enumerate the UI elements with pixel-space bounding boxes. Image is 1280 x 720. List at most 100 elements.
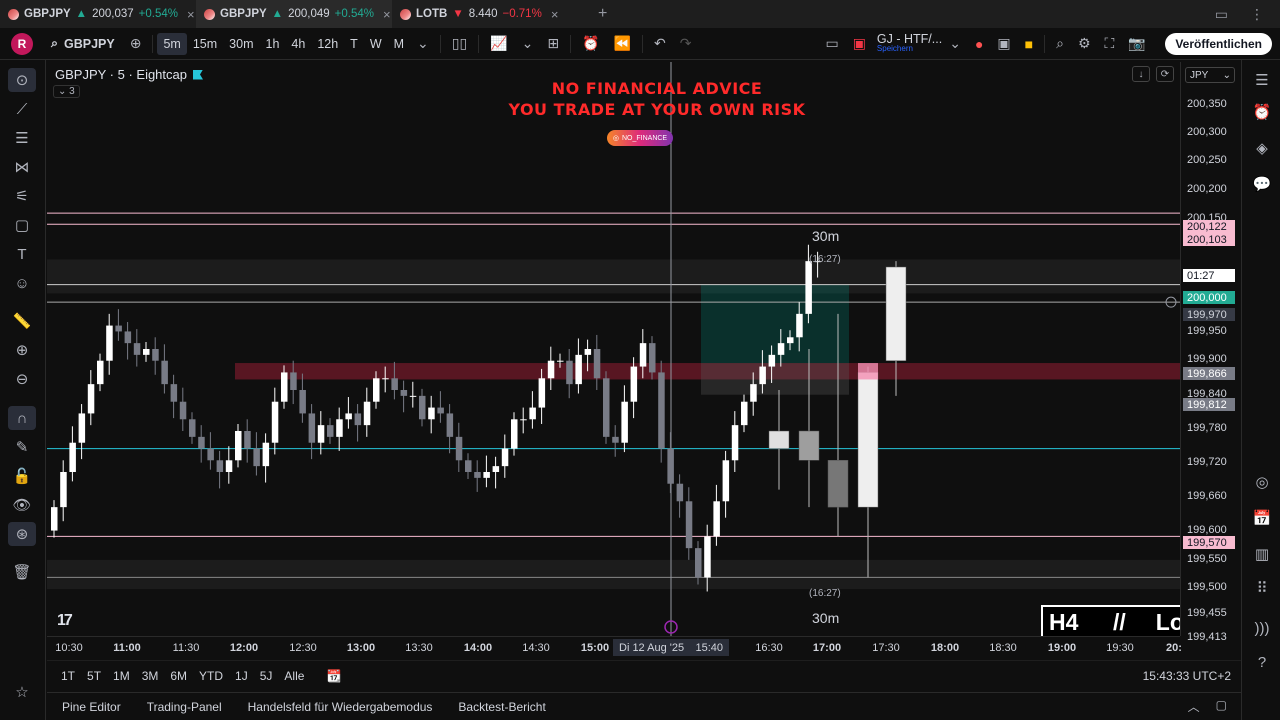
candle-body bbox=[639, 343, 647, 367]
interval-m[interactable]: M bbox=[388, 33, 410, 55]
redo-icon[interactable]: ↷ bbox=[673, 35, 699, 52]
currency-select[interactable]: JPY ⌄ bbox=[1185, 67, 1235, 83]
target-icon[interactable]: ◎ bbox=[1249, 470, 1275, 494]
lock-icon[interactable]: 🔓 bbox=[8, 464, 36, 488]
alert-icon[interactable]: ⏰ bbox=[575, 35, 606, 52]
close-icon[interactable]: × bbox=[551, 7, 559, 22]
screener-icon[interactable]: ▣ bbox=[990, 35, 1017, 52]
bottom-tab[interactable]: Pine Editor bbox=[49, 700, 134, 714]
interval-w[interactable]: W bbox=[364, 33, 388, 55]
interval-4h[interactable]: 4h bbox=[285, 33, 311, 55]
camera-icon[interactable]: 📷 bbox=[1121, 35, 1152, 52]
signal-icon[interactable]: ))) bbox=[1249, 616, 1275, 640]
chart-pane[interactable]: GBPJPY · 5 · Eightcap ⌄ 3 NO FINANCIAL A… bbox=[47, 62, 1180, 636]
avatar[interactable]: R bbox=[11, 32, 33, 55]
symbol-search[interactable]: ⌕ GBPJPY bbox=[51, 36, 115, 51]
trend-line-icon[interactable]: ⟋ bbox=[8, 97, 36, 121]
range-3m[interactable]: 3M bbox=[136, 669, 165, 683]
pattern-icon[interactable]: ⋈ bbox=[8, 155, 36, 179]
tradingview-logo-icon[interactable]: 17 bbox=[57, 612, 73, 630]
interval-15m[interactable]: 15m bbox=[187, 33, 223, 55]
browser-tab[interactable]: LOTB ▼ 8.440 −0.71% × bbox=[392, 0, 588, 28]
interval-12h[interactable]: 12h bbox=[311, 33, 344, 55]
browser-tab[interactable]: GBPJPY ▲ 200,049 +0.54% × bbox=[196, 0, 392, 28]
globe-icon[interactable]: ⊛ bbox=[8, 522, 36, 546]
indicators-icon[interactable]: 📈 bbox=[483, 35, 514, 52]
chevron-down-icon[interactable]: ⌄ bbox=[410, 35, 436, 52]
magnet-icon[interactable]: ∩ bbox=[8, 406, 36, 430]
chat-icon[interactable]: 💬 bbox=[1249, 172, 1275, 196]
chevron-up-icon[interactable]: ︿ bbox=[1188, 698, 1200, 715]
candle-body bbox=[299, 390, 306, 414]
layout-name[interactable]: GJ - HTF/... Speichern bbox=[877, 32, 942, 54]
cursor-icon[interactable]: ⊙ bbox=[8, 68, 36, 92]
ruler-icon[interactable]: 📏 bbox=[8, 309, 36, 333]
settings-icon[interactable]: ⚙ bbox=[1071, 35, 1098, 52]
indicators-toggle[interactable]: ⌄ 3 bbox=[53, 85, 80, 98]
fib-icon[interactable]: ☰ bbox=[8, 126, 36, 150]
bottom-tab[interactable]: Backtest-Bericht bbox=[445, 700, 558, 714]
range-1t[interactable]: 1T bbox=[55, 669, 81, 683]
chevron-down-icon[interactable]: ⌄ bbox=[515, 35, 541, 52]
undo-icon[interactable]: ↶ bbox=[647, 35, 673, 52]
fullscreen-icon[interactable]: ⛶ bbox=[1098, 35, 1122, 52]
candle-body bbox=[97, 360, 104, 385]
yellow-square-icon[interactable]: ■ bbox=[1018, 36, 1040, 52]
new-tab-button[interactable]: + bbox=[588, 5, 617, 23]
trash-icon[interactable]: 🗑 bbox=[8, 560, 36, 584]
time-axis[interactable]: Di 12 Aug '25 15:40 10:30 11:00 11:30 12:00… bbox=[47, 636, 1182, 658]
date-range-calendar-icon[interactable]: 📆 bbox=[320, 669, 347, 683]
more-menu-icon[interactable]: ⋮ bbox=[1250, 6, 1264, 23]
range-6m[interactable]: 6M bbox=[164, 669, 193, 683]
pencil-lock-icon[interactable]: ✎ bbox=[8, 435, 36, 459]
window-layout-icon[interactable]: ▭ bbox=[1215, 6, 1228, 23]
forecast-icon[interactable]: ⚟ bbox=[8, 184, 36, 208]
close-icon[interactable]: × bbox=[383, 7, 391, 22]
sync-icon[interactable]: ⟳ bbox=[1156, 66, 1174, 82]
shape-icon[interactable]: ▢ bbox=[8, 213, 36, 237]
zoom-out-icon[interactable]: ⊖ bbox=[8, 367, 36, 391]
emoji-icon[interactable]: ☺ bbox=[8, 271, 36, 295]
range-1j[interactable]: 1J bbox=[229, 669, 254, 683]
bottom-tab[interactable]: Handelsfeld für Wiedergabemodus bbox=[235, 700, 446, 714]
candle-body bbox=[354, 413, 362, 426]
range-1m[interactable]: 1M bbox=[107, 669, 136, 683]
text-icon[interactable]: T bbox=[8, 242, 36, 266]
flag-icon[interactable] bbox=[193, 69, 203, 80]
interval-1h[interactable]: 1h bbox=[260, 33, 286, 55]
calendar-icon[interactable]: 📅 bbox=[1249, 506, 1275, 530]
interval-30m[interactable]: 30m bbox=[223, 33, 259, 55]
range-ytd[interactable]: YTD bbox=[193, 669, 229, 683]
watchlist-icon[interactable]: ☰ bbox=[1249, 68, 1275, 92]
help-icon[interactable]: ? bbox=[1249, 650, 1275, 674]
close-icon[interactable]: × bbox=[187, 7, 195, 22]
red-circle-icon[interactable]: ● bbox=[968, 36, 990, 52]
chart-bars-icon[interactable]: ▥ bbox=[1249, 542, 1275, 566]
eye-icon[interactable]: 👁 bbox=[8, 493, 36, 517]
browser-tab[interactable]: GBPJPY ▲ 200,037 +0.54% × bbox=[0, 0, 196, 28]
interval-t[interactable]: T bbox=[344, 33, 364, 55]
templates-grid-icon[interactable]: ⊞ bbox=[540, 35, 566, 52]
publish-button[interactable]: Veröffentlichen bbox=[1165, 32, 1272, 55]
replay-icon[interactable]: ⏪ bbox=[607, 35, 638, 52]
clock[interactable]: 15:43:33 UTC+2 bbox=[1143, 669, 1231, 683]
range-5j[interactable]: 5J bbox=[254, 669, 279, 683]
arrow-down-icon[interactable]: ↓ bbox=[1132, 66, 1150, 82]
apps-grid-icon[interactable]: ⠿ bbox=[1249, 576, 1275, 600]
star-icon[interactable]: ☆ bbox=[8, 680, 36, 704]
price-axis[interactable]: JPY ⌄ 200,350 200,300 200,250 200,200 200,150… bbox=[1180, 62, 1240, 643]
chevron-down-icon[interactable]: ⌄ bbox=[942, 35, 968, 52]
layout-icon[interactable]: ▭ bbox=[818, 35, 845, 52]
maximize-icon[interactable]: ▢ bbox=[1216, 698, 1227, 715]
candles-style-icon[interactable]: ▯▯ bbox=[445, 35, 474, 52]
range-alle[interactable]: Alle bbox=[278, 669, 310, 683]
interval-5m[interactable]: 5m bbox=[157, 32, 187, 55]
gray-band-upper bbox=[47, 259, 1180, 294]
range-5t[interactable]: 5T bbox=[81, 669, 107, 683]
alarm-icon[interactable]: ⏰ bbox=[1249, 100, 1275, 124]
add-symbol-icon[interactable]: ⊕ bbox=[123, 35, 149, 52]
layers-icon[interactable]: ◈ bbox=[1249, 136, 1275, 160]
zoom-in-icon[interactable]: ⊕ bbox=[8, 338, 36, 362]
search-icon[interactable]: ⌕ bbox=[1049, 35, 1071, 52]
bottom-tab[interactable]: Trading-Panel bbox=[134, 700, 235, 714]
